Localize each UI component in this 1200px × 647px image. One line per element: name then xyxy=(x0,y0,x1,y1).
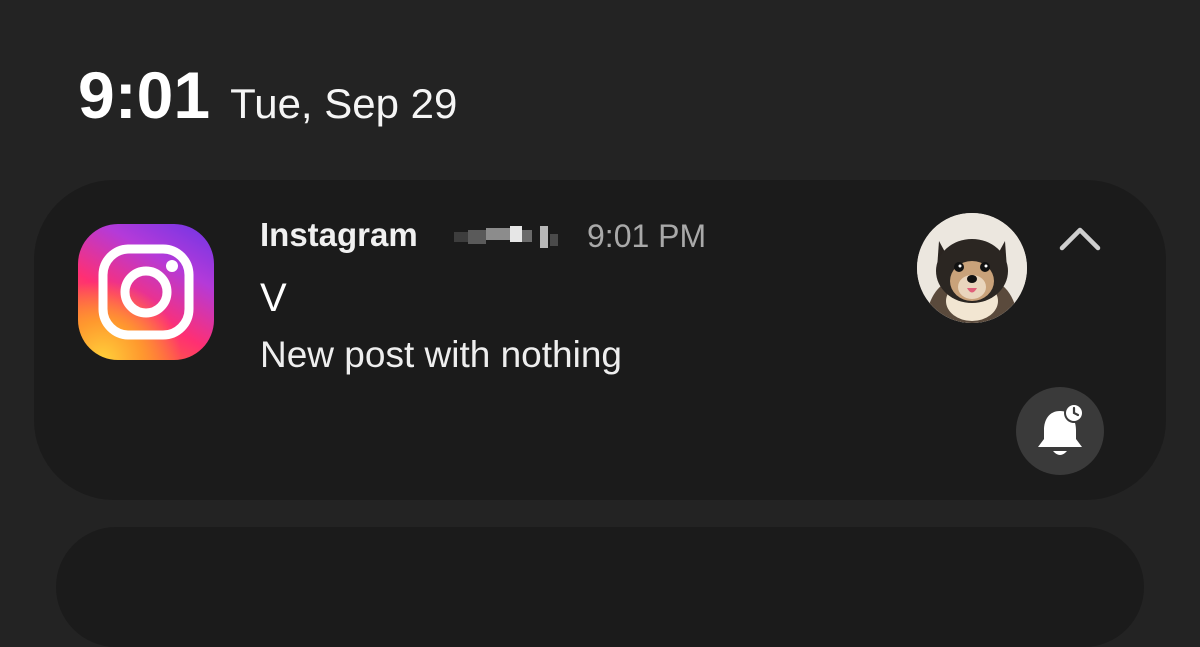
dog-avatar xyxy=(917,213,1027,323)
notification-card[interactable]: Instagram 9:01 PM V New post with nothin… xyxy=(34,180,1166,500)
chevron-up-icon[interactable] xyxy=(1052,216,1108,260)
instagram-icon xyxy=(78,224,214,360)
notification-body: New post with nothing xyxy=(260,334,622,375)
account-name-redacted xyxy=(454,226,566,248)
notification-time: 9:01 PM xyxy=(587,218,707,254)
notification-app-name: Instagram xyxy=(260,216,418,253)
bell-snooze-icon xyxy=(1038,403,1084,455)
next-notification-card[interactable] xyxy=(56,527,1144,647)
lock-screen: { "status": { "time": "9:01", "date": "T… xyxy=(0,0,1200,647)
snooze-button[interactable] xyxy=(1016,387,1104,475)
clock-time: 9:01 xyxy=(78,58,211,132)
clock-date: Tue, Sep 29 xyxy=(230,80,458,127)
notification-title: V xyxy=(260,276,287,320)
lockscreen-clock-area: 9:01 Tue, Sep 29 xyxy=(78,62,457,142)
